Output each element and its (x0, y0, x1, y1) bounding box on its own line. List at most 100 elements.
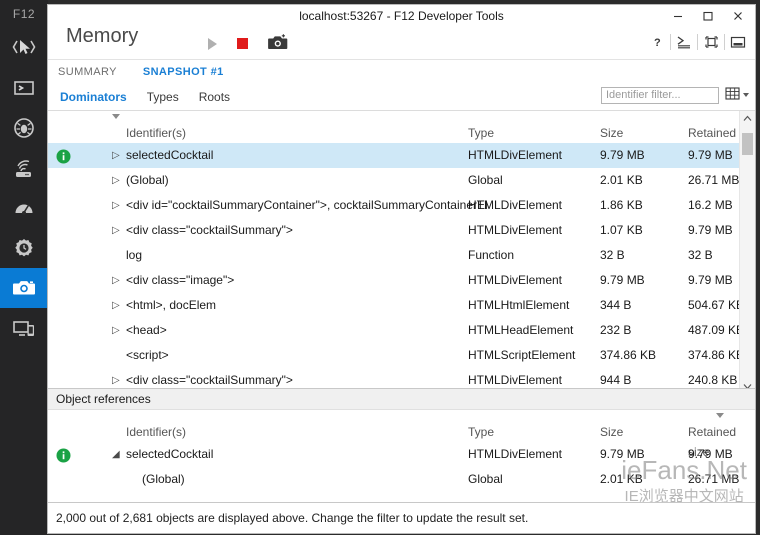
table-row[interactable]: ▷ selectedCocktail HTMLDivElement 9.79 MB 9.… (48, 143, 755, 168)
tab-types[interactable]: Types (145, 90, 181, 104)
help-icon[interactable]: ? (644, 31, 670, 53)
cell-identifier: <div class="cocktailSummary"> (126, 223, 293, 237)
window-tool-buttons: ? (644, 31, 751, 53)
cell-size: 374.86 KB (600, 348, 657, 362)
table-columns-button[interactable] (725, 86, 749, 104)
table-row[interactable]: ▷ <div id="cocktailSummaryContainer">, co… (48, 193, 755, 218)
f12-label: F12 (12, 7, 36, 21)
stop-profiling-button[interactable] (237, 38, 248, 49)
cell-type: Global (468, 173, 503, 187)
profiling-actions (208, 33, 290, 54)
column-header-identifiers[interactable]: Identifier(s) (126, 123, 186, 143)
expand-arrow-icon[interactable]: ◢ (112, 442, 120, 467)
sort-indicator-row (48, 111, 755, 123)
snapshot-tabs: SUMMARY SNAPSHOT #1 (48, 60, 755, 84)
cell-size: 1.07 KB (600, 223, 643, 237)
rail-item-ui-responsiveness[interactable] (0, 188, 48, 228)
maximize-button[interactable] (693, 5, 723, 27)
rail-item-memory[interactable] (0, 268, 48, 308)
cell-identifier: log (126, 248, 143, 262)
cell-retained-size: 9.79 MB (688, 148, 733, 162)
view-tabs: Dominators Types Roots (58, 84, 232, 110)
table-row[interactable]: log Function 32 B 32 B (48, 243, 755, 268)
tab-snapshot-1[interactable]: SNAPSHOT #1 (139, 66, 228, 78)
cell-identifier: selectedCocktail (126, 148, 214, 162)
expand-arrow-icon[interactable]: ▷ (112, 143, 120, 168)
table-row[interactable]: ▷ <html>, docElem HTMLHtmlElement 344 B 504.… (48, 293, 755, 318)
expand-arrow-icon[interactable]: ▷ (112, 293, 120, 318)
cell-type: HTMLScriptElement (468, 348, 576, 362)
cell-size: 232 B (600, 323, 632, 337)
expand-arrow-icon[interactable]: ▷ (112, 318, 120, 343)
table-row[interactable]: ▷ <div class="image"> HTMLDivElement 9.79 M… (48, 268, 755, 293)
column-header-size[interactable]: Size (600, 123, 623, 143)
rail-item-network[interactable] (0, 148, 48, 188)
cell-retained-size: 504.67 KB (688, 298, 745, 312)
cell-type: Global (468, 472, 503, 486)
objref-row[interactable]: ◢ selectedCocktail HTMLDivElement 9.79 MB 9.… (48, 442, 755, 467)
object-references-title: Object references (48, 389, 755, 410)
scroll-up-button[interactable] (740, 111, 755, 126)
object-references-panel: Object references Identifier(s) Type Siz… (48, 388, 755, 501)
rail-item-profiler[interactable] (0, 228, 48, 268)
minimize-button[interactable] (663, 5, 693, 27)
cell-size: 2.01 KB (600, 173, 643, 187)
objref-column-header-size[interactable]: Size (600, 422, 623, 442)
info-icon (56, 447, 71, 463)
expand-arrow-icon[interactable]: ▷ (112, 218, 120, 243)
cell-type: HTMLDivElement (468, 223, 563, 237)
start-profiling-button[interactable] (208, 37, 217, 50)
expand-arrow-icon[interactable]: ▷ (112, 193, 120, 218)
sort-descending-icon (112, 114, 120, 119)
vertical-scrollbar[interactable] (739, 111, 755, 394)
table-column-headers: Identifier(s) Type Size Retained size (48, 123, 755, 160)
tab-roots[interactable]: Roots (197, 90, 232, 104)
table-row[interactable]: ▷ (Global) Global 2.01 KB 26.71 MB (48, 168, 755, 193)
rail-item-dom-explorer[interactable] (0, 28, 48, 68)
table-body: ▷ selectedCocktail HTMLDivElement 9.79 MB 9.… (48, 143, 755, 418)
cell-type: HTMLDivElement (468, 148, 563, 162)
tab-summary[interactable]: SUMMARY (54, 66, 121, 78)
cell-retained-size: 9.79 MB (688, 223, 733, 237)
cell-retained-size: 374.86 KB (688, 348, 745, 362)
cell-size: 32 B (600, 248, 625, 262)
panel-header: Memory ? (48, 25, 755, 60)
expand-arrow-icon[interactable]: ▷ (112, 268, 120, 293)
page-title: Memory (66, 25, 139, 47)
console-dock-icon[interactable] (671, 31, 697, 53)
dock-window-icon[interactable] (725, 31, 751, 53)
expand-arrow-icon[interactable]: ▷ (112, 168, 120, 193)
close-button[interactable] (723, 5, 753, 27)
objref-column-header-type[interactable]: Type (468, 422, 494, 442)
rail-item-emulation[interactable] (0, 308, 48, 348)
objref-column-header-identifiers[interactable]: Identifier(s) (126, 422, 186, 442)
table-row[interactable]: ▷ <div class="cocktailSummary"> HTMLDivEle… (48, 218, 755, 243)
cell-type: Function (468, 248, 515, 262)
resize-icon[interactable] (698, 31, 724, 53)
table-row[interactable]: ▷ <head> HTMLHeadElement 232 B 487.09 KB (48, 318, 755, 343)
table-icon (725, 86, 740, 104)
rail-item-console[interactable] (0, 68, 48, 108)
cell-identifier: <head> (126, 323, 167, 337)
search-input[interactable] (601, 86, 719, 104)
emulation-icon (12, 316, 36, 340)
cell-identifier: selectedCocktail (126, 447, 214, 461)
cell-size: 1.86 KB (600, 198, 643, 212)
column-header-type[interactable]: Type (468, 123, 494, 143)
scrollbar-thumb[interactable] (742, 133, 753, 155)
take-snapshot-button[interactable] (268, 33, 290, 54)
cell-retained-size: 26.71 MB (688, 472, 740, 486)
objref-row[interactable]: (Global) Global 2.01 KB 26.71 MB (48, 467, 755, 492)
chevron-down-icon (743, 93, 749, 97)
memory-icon (11, 275, 37, 301)
cell-type: HTMLHtmlElement (468, 298, 570, 312)
cell-identifier: (Global) (126, 173, 169, 187)
objref-column-headers: Identifier(s) Type Size Retained size (48, 422, 755, 459)
cell-type: HTMLDivElement (468, 273, 563, 287)
table-row[interactable]: <script> HTMLScriptElement 374.86 KB 374.86… (48, 343, 755, 368)
cell-identifier: <script> (126, 348, 169, 362)
tab-dominators[interactable]: Dominators (58, 90, 129, 104)
rail-item-debugger[interactable] (0, 108, 48, 148)
cell-retained-size: 26.71 MB (688, 173, 740, 187)
cell-type: HTMLDivElement (468, 447, 563, 461)
